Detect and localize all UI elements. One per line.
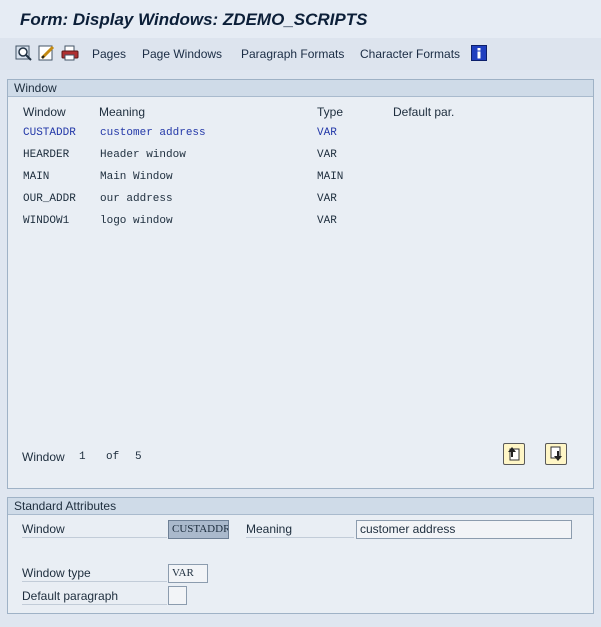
- cell-meaning[interactable]: Main Window: [100, 171, 173, 183]
- cell-type[interactable]: VAR: [317, 193, 337, 205]
- column-header-meaning[interactable]: Meaning: [99, 105, 145, 119]
- cell-type[interactable]: VAR: [317, 127, 337, 139]
- info-icon[interactable]: [471, 45, 487, 61]
- window-type-label: Window type: [22, 564, 167, 582]
- cell-type[interactable]: VAR: [317, 215, 337, 227]
- toolbar-link-page-windows[interactable]: Page Windows: [142, 47, 222, 61]
- window-group: Window Window Meaning Type Default par. …: [7, 79, 594, 489]
- pager-current: 1: [79, 451, 86, 463]
- toolbar-link-pages[interactable]: Pages: [92, 47, 126, 61]
- pager-label: Window: [22, 450, 65, 464]
- title-bar: Form: Display Windows: ZDEMO_SCRIPTS: [0, 0, 601, 38]
- toolbar-link-paragraph-formats[interactable]: Paragraph Formats: [241, 47, 344, 61]
- default-paragraph-field[interactable]: [168, 586, 187, 605]
- next-entry-button[interactable]: [545, 443, 567, 465]
- cell-meaning[interactable]: our address: [100, 193, 173, 205]
- print-icon[interactable]: [61, 44, 79, 62]
- column-header-type[interactable]: Type: [317, 105, 343, 119]
- cell-type[interactable]: MAIN: [317, 171, 343, 183]
- default-paragraph-label: Default paragraph: [22, 587, 167, 605]
- pager-of-label: of: [106, 451, 120, 463]
- pager-total: 5: [135, 451, 142, 463]
- page-up-icon: [508, 447, 520, 461]
- cell-meaning[interactable]: Header window: [100, 149, 186, 161]
- toolbar-link-character-formats[interactable]: Character Formats: [360, 47, 460, 61]
- cell-window[interactable]: OUR_ADDR: [23, 193, 76, 205]
- cell-window[interactable]: MAIN: [23, 171, 49, 183]
- column-header-window[interactable]: Window: [23, 105, 66, 119]
- window-group-title: Window: [8, 80, 593, 97]
- column-header-default-par[interactable]: Default par.: [393, 105, 454, 119]
- window-label: Window: [22, 520, 167, 538]
- cell-window[interactable]: WINDOW1: [23, 215, 69, 227]
- application-toolbar: Pages Page Windows Paragraph Formats Cha…: [0, 38, 601, 70]
- cell-window[interactable]: HEARDER: [23, 149, 69, 161]
- page-down-icon: [550, 446, 562, 461]
- previous-entry-button[interactable]: [503, 443, 525, 465]
- display-magnifier-icon[interactable]: [15, 44, 33, 62]
- page-title: Form: Display Windows: ZDEMO_SCRIPTS: [20, 10, 368, 29]
- cell-window[interactable]: CUSTADDR: [23, 127, 76, 139]
- meaning-field[interactable]: customer address: [356, 520, 572, 539]
- edit-pencil-icon[interactable]: [38, 44, 56, 62]
- standard-attributes-title: Standard Attributes: [8, 498, 593, 515]
- cell-meaning[interactable]: logo window: [100, 215, 173, 227]
- cell-meaning[interactable]: customer address: [100, 127, 206, 139]
- window-name-field[interactable]: CUSTADDR: [168, 520, 229, 539]
- standard-attributes-group: Standard Attributes Window CUSTADDR Mean…: [7, 497, 594, 614]
- meaning-label: Meaning: [246, 520, 354, 538]
- window-type-field[interactable]: VAR: [168, 564, 208, 583]
- cell-type[interactable]: VAR: [317, 149, 337, 161]
